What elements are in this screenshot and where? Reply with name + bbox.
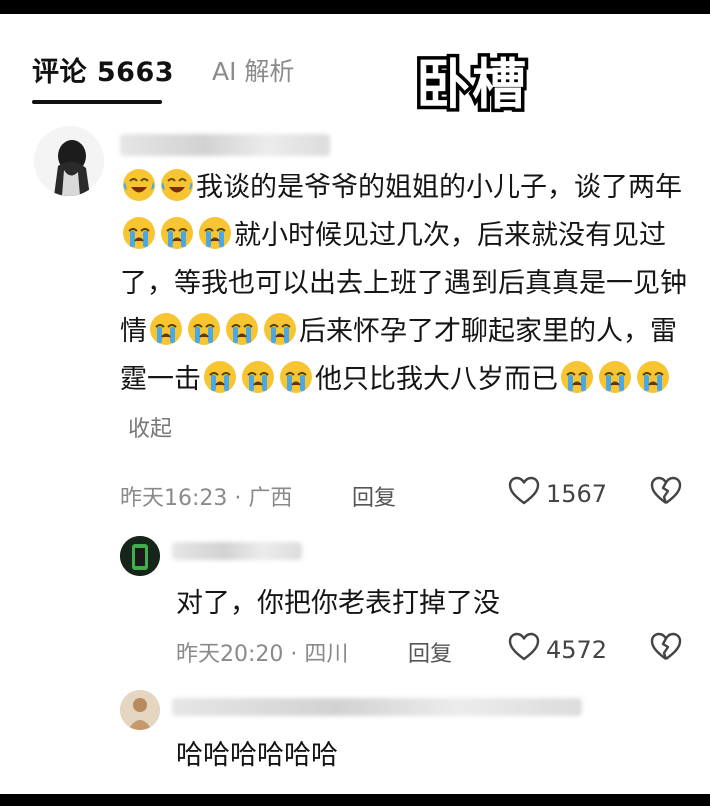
crying-emoji-icon — [223, 313, 261, 347]
sticker-text: 卧槽 — [413, 50, 530, 120]
crying-emoji-icon — [158, 217, 196, 251]
crying-emoji-icon — [261, 313, 299, 347]
broken-heart-icon[interactable] — [650, 632, 682, 666]
crying-emoji-icon — [147, 313, 185, 347]
laughing-crying-emoji-icon — [158, 169, 196, 203]
avatar[interactable] — [120, 690, 160, 730]
tab-ai-analysis[interactable]: AI 解析 — [212, 52, 294, 88]
reply-time: 昨天20:20 — [176, 642, 284, 667]
like-button[interactable]: 4572 — [508, 632, 607, 668]
crying-emoji-icon — [120, 217, 158, 251]
like-count: 1567 — [546, 480, 608, 508]
username-blurred — [172, 698, 582, 716]
crying-emoji-icon — [196, 217, 234, 251]
username-blurred — [172, 542, 302, 560]
username-blurred — [120, 134, 330, 156]
reply-text: 对了，你把你老表打掉了没 — [176, 588, 500, 619]
crying-emoji-icon — [596, 361, 634, 395]
comment-text-part: 他只比我大八岁而已 — [315, 364, 558, 395]
avatar[interactable] — [34, 126, 104, 196]
like-button[interactable]: 1567 — [508, 476, 607, 512]
crying-emoji-icon — [634, 361, 672, 395]
comment-location: 广西 — [248, 486, 293, 511]
comment-meta: 昨天16:23 · 广西 — [120, 480, 292, 512]
crying-emoji-icon — [239, 361, 277, 395]
like-count: 4572 — [546, 636, 608, 664]
meta-separator: · — [234, 486, 249, 511]
meta-separator: · — [290, 642, 305, 667]
avatar[interactable] — [120, 536, 160, 576]
heart-icon — [508, 632, 540, 668]
crying-emoji-icon — [201, 361, 239, 395]
tab-comments[interactable]: 评论 5663 — [32, 50, 174, 89]
reply-text: 哈哈哈哈哈哈 — [176, 740, 338, 771]
comment-text: 我谈的是爷爷的姐姐的小儿子，谈了两年就小时候见过几次，后来就没有见过了，等我也可… — [120, 164, 690, 454]
reply-location: 四川 — [304, 642, 349, 667]
crying-emoji-icon — [558, 361, 596, 395]
tab-active-indicator — [32, 100, 162, 104]
laughing-crying-emoji-icon — [120, 169, 158, 203]
reply-meta: 昨天20:20 · 四川 — [176, 636, 348, 668]
reply-button[interactable]: 回复 — [408, 636, 452, 668]
crying-emoji-icon — [277, 361, 315, 395]
heart-icon — [508, 476, 540, 512]
broken-heart-icon[interactable] — [650, 476, 682, 510]
comment-time: 昨天16:23 — [120, 486, 228, 511]
reply-button[interactable]: 回复 — [352, 480, 396, 512]
collapse-link[interactable]: 收起 — [128, 417, 172, 442]
crying-emoji-icon — [185, 313, 223, 347]
comment-panel: 评论 5663 AI 解析 卧槽 我谈的是爷爷的姐姐的小儿子，谈了两年就小时候见… — [0, 14, 710, 794]
comment-text-part: 我谈的是爷爷的姐姐的小儿子，谈了两年 — [196, 172, 682, 203]
